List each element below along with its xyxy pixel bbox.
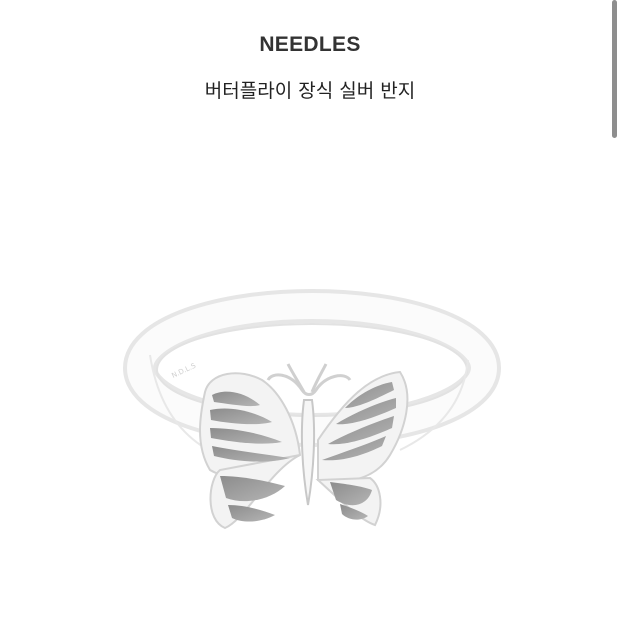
product-image[interactable]: N.D.L.S: [0, 150, 620, 620]
product-detail-page: NEEDLES 버터플라이 장식 실버 반지 N.D.L.S: [0, 0, 620, 620]
svg-text:N.D.L.S: N.D.L.S: [170, 361, 197, 379]
scrollbar[interactable]: [612, 0, 617, 138]
butterfly-ornament: [199, 363, 409, 530]
product-title: 버터플라이 장식 실버 반지: [204, 80, 416, 102]
brand-name[interactable]: NEEDLES: [0, 33, 620, 57]
